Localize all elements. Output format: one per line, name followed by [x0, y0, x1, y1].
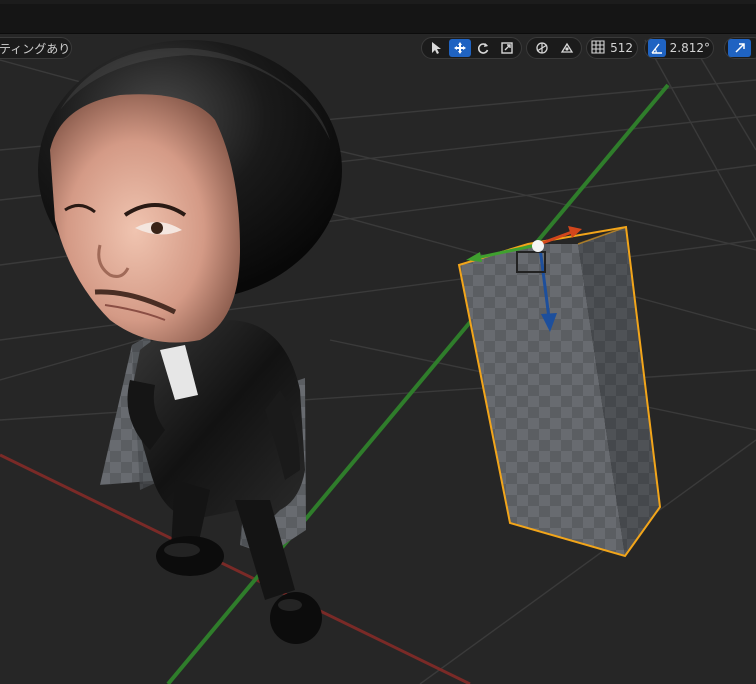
- lighting-mode-label: ティングあり: [0, 41, 71, 56]
- scale-tool-button[interactable]: [496, 39, 518, 57]
- surface-snap-button[interactable]: [556, 39, 577, 57]
- rotate-tool-button[interactable]: [473, 39, 495, 57]
- grid-snap-control[interactable]: 512: [586, 37, 638, 59]
- scale-snap-control[interactable]: [724, 37, 756, 59]
- top-strip: [0, 0, 756, 4]
- level-viewport[interactable]: [0, 34, 756, 684]
- move-arrows-icon: [453, 42, 466, 54]
- character-figure[interactable]: [38, 40, 342, 644]
- grid-snap-value: 512: [610, 41, 633, 55]
- rotation-snap-toggle[interactable]: [648, 39, 666, 57]
- character-face: [50, 94, 240, 343]
- cursor-arrow-icon: [431, 42, 441, 54]
- scale-icon: [501, 42, 513, 54]
- gizmo-center[interactable]: [532, 240, 544, 252]
- surface-snap-icon: [560, 42, 573, 53]
- local-axis-button[interactable]: [531, 39, 552, 57]
- rotate-icon: [478, 43, 489, 54]
- grid-icon: [591, 39, 606, 57]
- scale-snap-icon: [734, 43, 745, 53]
- coordinate-snap-group: [526, 37, 582, 59]
- angle-icon: [651, 43, 662, 54]
- box-mesh[interactable]: [457, 225, 662, 558]
- scale-snap-toggle[interactable]: [728, 39, 751, 57]
- local-axis-icon: [535, 42, 548, 54]
- rotation-snap-value: 2.812°: [669, 41, 710, 55]
- select-tool-button[interactable]: [425, 39, 447, 57]
- editor-top-bar: [0, 0, 756, 34]
- rotation-snap-control[interactable]: 2.812°: [644, 37, 714, 59]
- lighting-mode-dropdown[interactable]: ティングあり: [0, 37, 72, 59]
- translate-tool-button[interactable]: [448, 39, 471, 57]
- transform-tool-group: [421, 37, 522, 59]
